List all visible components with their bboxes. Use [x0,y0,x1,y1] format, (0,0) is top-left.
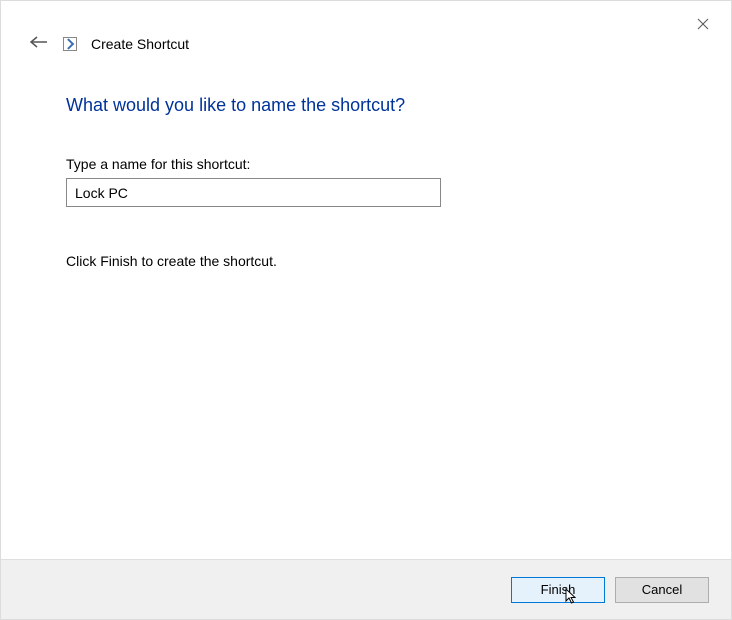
page-heading: What would you like to name the shortcut… [66,95,671,116]
back-button[interactable] [29,35,49,52]
shortcut-icon [63,37,77,51]
wizard-header: Create Shortcut [29,35,189,52]
finish-button[interactable]: Finish [511,577,605,603]
cancel-button[interactable]: Cancel [615,577,709,603]
footer-bar: Finish Cancel [1,559,731,619]
instruction-text: Click Finish to create the shortcut. [66,253,671,269]
shortcut-name-input[interactable] [66,178,441,207]
wizard-content: What would you like to name the shortcut… [66,95,671,269]
wizard-title: Create Shortcut [91,36,189,52]
close-button[interactable] [691,13,715,37]
input-label: Type a name for this shortcut: [66,156,671,172]
close-icon [697,18,709,33]
back-arrow-icon [29,35,49,52]
